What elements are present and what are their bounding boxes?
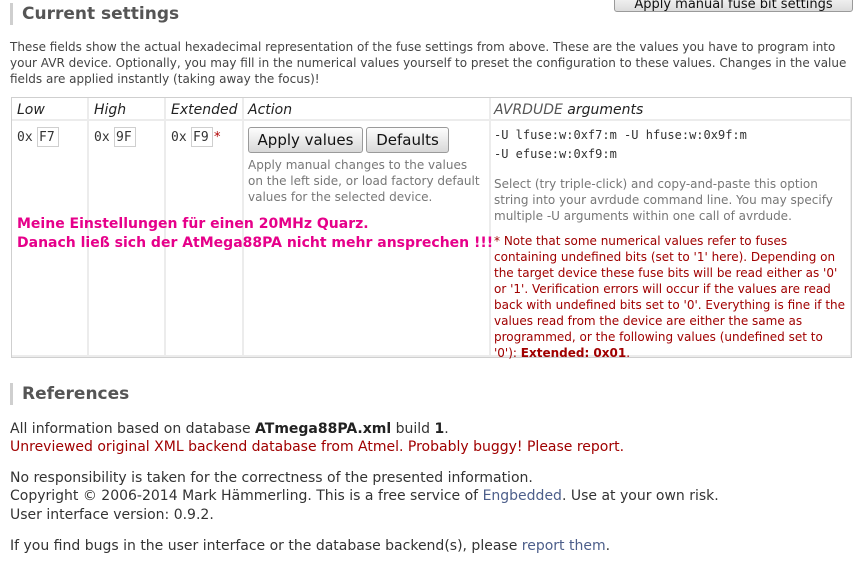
extended-prefix: 0x <box>171 130 187 145</box>
responsibility-note: No responsibility is taken for the corre… <box>10 470 533 486</box>
db-build-prefix: build <box>391 421 435 437</box>
apply-values-button[interactable]: Apply values <box>248 127 363 153</box>
bug-report-line: If you find bugs in the user interface o… <box>10 537 610 555</box>
annotation-line-1: Meine Einstellungen für einen 20MHz Quar… <box>17 216 369 232</box>
undefined-bits-marker: * <box>214 130 221 145</box>
avrdude-line-2: -U efuse:w:0xf9:m <box>494 147 617 161</box>
db-prefix: All information based on database <box>10 421 256 437</box>
bugs-suffix: . <box>605 538 611 554</box>
avrdude-help: Select (try triple-click) and copy-and-p… <box>494 177 833 223</box>
column-header-extended: Extended <box>171 102 238 118</box>
copyright-prefix: Copyright © 2006-2014 Mark Hämmerling. T… <box>10 488 483 504</box>
report-them-link[interactable]: report them <box>522 538 606 554</box>
avrdude-line-1: -U lfuse:w:0xf7:m -U hfuse:w:0x9f:m <box>494 128 747 142</box>
arguments-label: arguments <box>562 102 644 118</box>
defaults-button[interactable]: Defaults <box>366 127 449 153</box>
high-fuse-input[interactable]: 9F <box>114 127 136 147</box>
copyright-line: Copyright © 2006-2014 Mark Hämmerling. T… <box>10 487 719 505</box>
current-settings-heading: Current settings <box>10 3 179 25</box>
current-settings-intro: These fields show the actual hexadecimal… <box>10 40 847 86</box>
database-info: All information based on database ATmega… <box>10 420 449 438</box>
database-warning: Unreviewed original XML backend database… <box>10 439 625 455</box>
low-prefix: 0x <box>17 130 33 145</box>
db-suffix: . <box>444 421 449 437</box>
extended-fuse-input[interactable]: F9 <box>191 127 213 147</box>
references-heading: References <box>10 383 129 405</box>
ui-version: User interface version: 0.9.2. <box>10 507 214 523</box>
engbedded-link[interactable]: Engbedded <box>483 488 562 504</box>
low-fuse-input[interactable]: F7 <box>37 127 59 147</box>
action-hint: Apply manual changes to the values on th… <box>248 158 480 204</box>
annotation-line-2: Danach ließ sich der AtMega88PA nicht me… <box>17 235 494 251</box>
apply-manual-fuse-bits-button[interactable]: Apply manual fuse bit settings <box>614 0 853 12</box>
note-extended-value: Extended: 0x01 <box>520 346 627 360</box>
avrdude-label: AVRDUDE <box>494 102 563 118</box>
copyright-suffix: . Use at your own risk. <box>561 488 719 504</box>
column-header-avrdude: AVRDUDE arguments <box>494 102 643 118</box>
column-header-action: Action <box>248 102 293 118</box>
high-prefix: 0x <box>94 130 110 145</box>
bugs-prefix: If you find bugs in the user interface o… <box>10 538 522 554</box>
undefined-bits-note: * Note that some numerical values refer … <box>494 233 846 361</box>
db-build: 1 <box>434 421 445 437</box>
column-header-high: High <box>94 102 127 118</box>
column-header-low: Low <box>17 102 45 118</box>
note-text: * Note that some numerical values refer … <box>494 234 846 360</box>
avrdude-arguments[interactable]: -U lfuse:w:0xf7:m -U hfuse:w:0x9f:m -U e… <box>494 126 844 164</box>
note-end: . <box>626 346 631 360</box>
db-name: ATmega88PA.xml <box>255 421 392 437</box>
